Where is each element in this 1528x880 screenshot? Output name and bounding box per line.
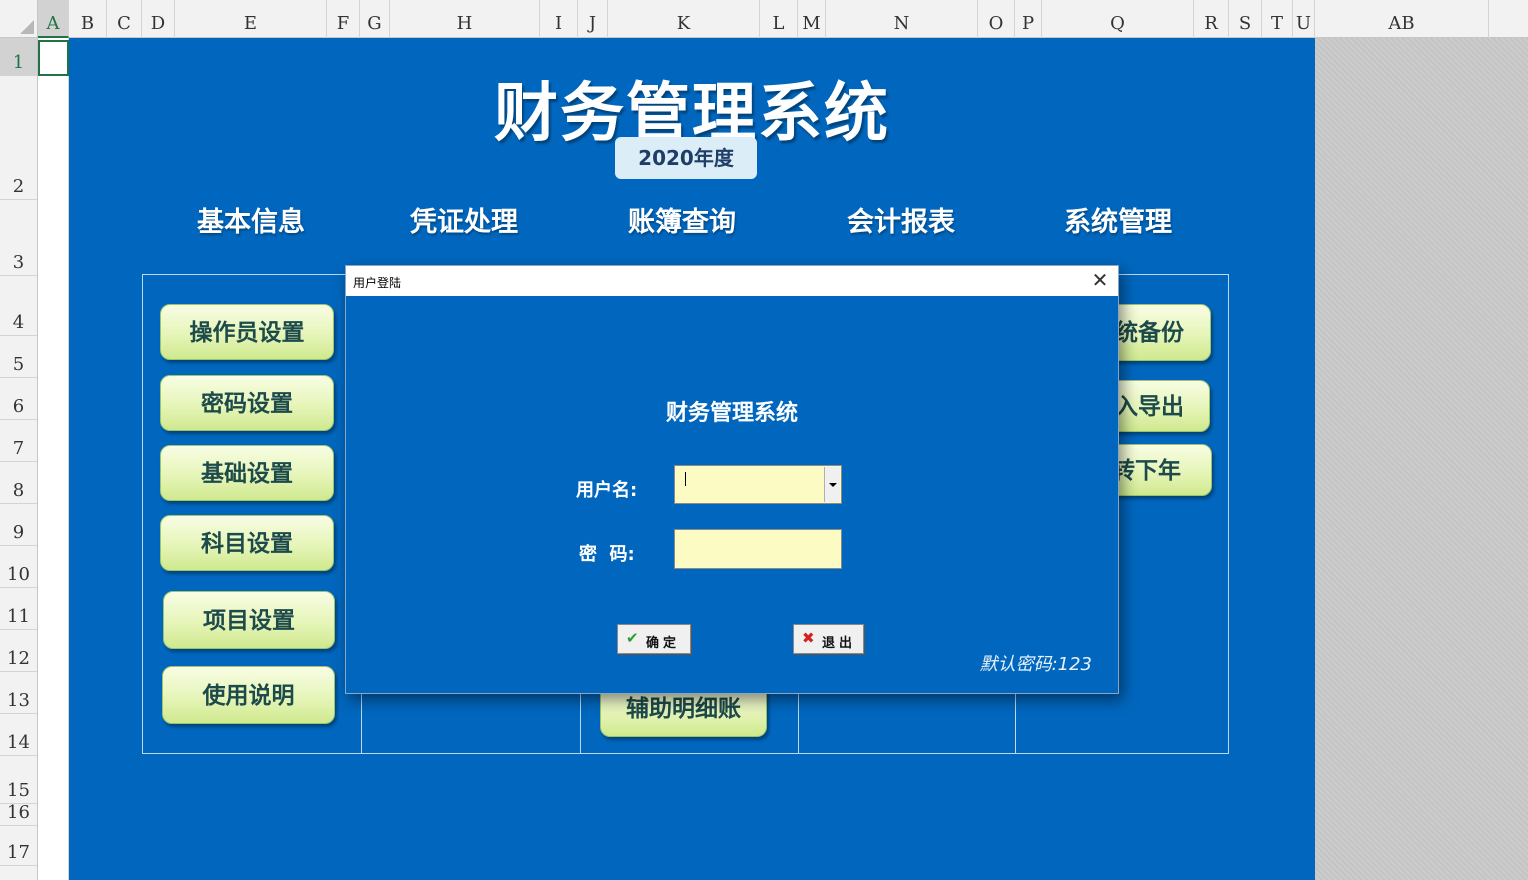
basic-settings-button[interactable]: 基础设置 [160,445,334,501]
row-header-6[interactable]: 6 [0,378,37,420]
row-header-13[interactable]: 13 [0,672,37,714]
project-settings-button[interactable]: 项目设置 [163,591,335,649]
account-settings-button[interactable]: 科目设置 [160,515,334,571]
column-header-AB[interactable]: AB [1315,0,1489,38]
row-header-bar: 1 2 3 4 5 6 7 8 9 10 11 12 13 14 15 16 1… [0,38,38,880]
confirm-button[interactable]: ✔ 确定 [617,624,691,654]
column-header-I[interactable]: I [540,0,578,38]
user-guide-button[interactable]: 使用说明 [162,666,335,724]
row-header-10[interactable]: 10 [0,546,37,588]
column-header-L[interactable]: L [760,0,798,38]
checkmark-icon: ✔ [626,629,639,647]
column-header-B[interactable]: B [69,0,107,38]
column-header-O[interactable]: O [978,0,1015,38]
column-header-bar: A B C D E F G H I J K L M N O P Q R S T … [38,0,1528,38]
active-cell-A1[interactable] [38,40,69,76]
password-field[interactable] [674,529,842,569]
category-ledger: 账簿查询 [628,207,736,238]
row-header-14[interactable]: 14 [0,714,37,756]
password-label: 密 码: [579,544,635,565]
dialog-heading: 财务管理系统 [665,401,798,426]
dialog-title: 用户登陆 [353,276,402,290]
column-header-U[interactable]: U [1293,0,1315,38]
row-header-8[interactable]: 8 [0,462,37,504]
column-header-T[interactable]: T [1262,0,1293,38]
row-header-1[interactable]: 1 [0,38,37,76]
category-basic-info: 基本信息 [197,207,305,238]
row-header-2[interactable]: 2 [0,76,37,200]
cross-icon: ✖ [802,629,815,647]
column-header-H[interactable]: H [390,0,540,38]
exit-label: 退出 [822,636,857,651]
row-header-12[interactable]: 12 [0,630,37,672]
column-header-Q[interactable]: Q [1042,0,1194,38]
column-header-F[interactable]: F [327,0,360,38]
category-voucher: 凭证处理 [410,207,518,238]
sheet-background-area [1315,38,1528,880]
row-header-16[interactable]: 16 [0,802,37,826]
row-header-3[interactable]: 3 [0,200,37,276]
column-header-A[interactable]: A [38,0,69,38]
row-header-9[interactable]: 9 [0,504,37,546]
column-header-G[interactable]: G [360,0,390,38]
column-header-C[interactable]: C [107,0,142,38]
login-dialog: 用户登陆 ✕ 财务管理系统 用户名: 密 码: ✔ 确定 ✖ 退出 默认密码:1… [345,265,1119,694]
column-a-cells[interactable] [38,38,69,880]
column-header-J[interactable]: J [578,0,608,38]
column-header-P[interactable]: P [1015,0,1042,38]
confirm-label: 确定 [646,636,681,651]
column-header-D[interactable]: D [142,0,175,38]
select-all-corner[interactable] [0,0,38,38]
username-combobox[interactable] [674,465,842,504]
column-header-N[interactable]: N [826,0,978,38]
password-settings-button[interactable]: 密码设置 [160,375,334,431]
column-header-R[interactable]: R [1194,0,1229,38]
column-header-M[interactable]: M [798,0,826,38]
row-header-4[interactable]: 4 [0,276,37,336]
exit-button[interactable]: ✖ 退出 [793,624,864,654]
category-reports: 会计报表 [847,207,955,238]
row-header-17[interactable]: 17 [0,826,37,866]
year-badge: 2020年度 [615,137,757,179]
operator-settings-button[interactable]: 操作员设置 [160,304,334,360]
column-header-S[interactable]: S [1229,0,1262,38]
text-cursor [685,472,686,486]
row-header-15[interactable]: 15 [0,756,37,804]
row-header-5[interactable]: 5 [0,336,37,378]
category-system: 系统管理 [1064,207,1172,238]
row-header-11[interactable]: 11 [0,588,37,630]
close-icon[interactable]: ✕ [1088,268,1112,292]
column-header-K[interactable]: K [608,0,760,38]
row-header-7[interactable]: 7 [0,420,37,462]
username-label: 用户名: [576,480,638,501]
chevron-down-icon[interactable] [824,467,840,502]
dialog-title-bar[interactable]: 用户登陆 ✕ [346,266,1118,296]
column-header-E[interactable]: E [175,0,327,38]
default-password-hint: 默认密码:123 [979,654,1092,675]
